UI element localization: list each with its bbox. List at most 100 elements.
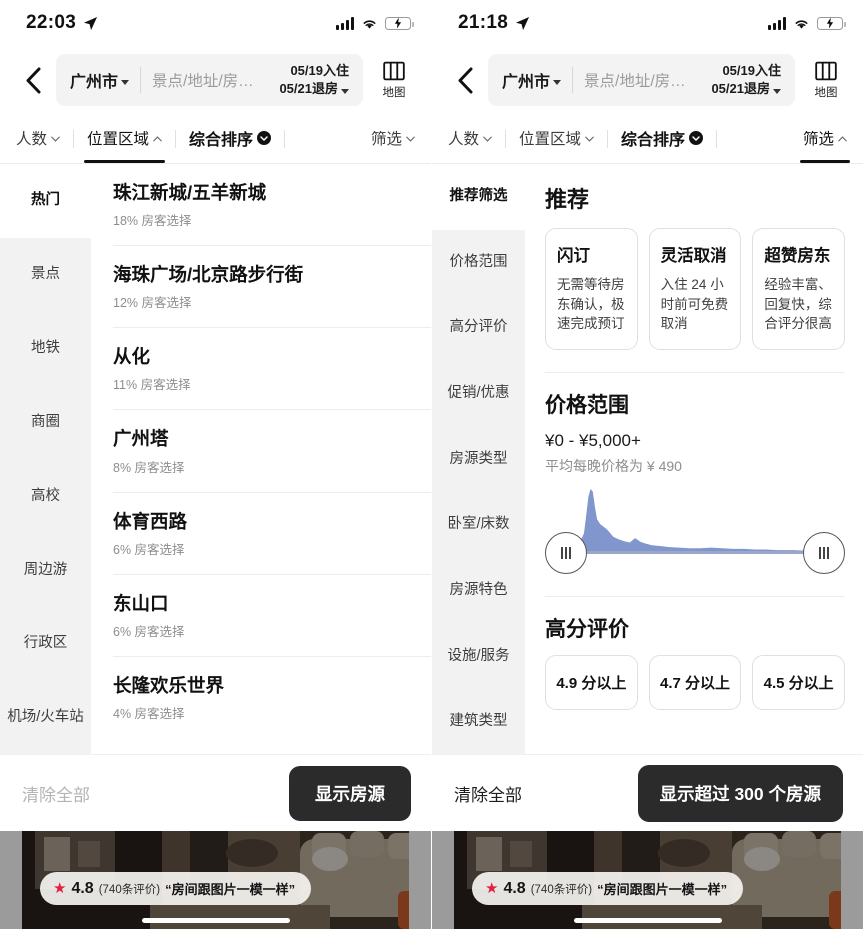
slider-min-handle[interactable] bbox=[545, 531, 587, 574]
slider-track[interactable] bbox=[567, 550, 823, 554]
filter-sidebar-item-7[interactable]: 设施/服务 bbox=[432, 624, 525, 690]
filter-sidebar-item-4[interactable]: 房源类型 bbox=[432, 427, 525, 493]
tab-location[interactable]: 位置区域 bbox=[84, 115, 166, 163]
location-row[interactable]: 广州塔 8% 房客选择 bbox=[113, 410, 431, 493]
sidebar-item-label: 高校 bbox=[31, 487, 60, 504]
filter-sidebar-item-0[interactable]: 推荐筛选 bbox=[432, 164, 525, 230]
dot-chevron-down-icon bbox=[257, 131, 272, 145]
background-listing-photo: ★ 4.8 (740条评价) “房间跟图片一模一样” bbox=[0, 831, 431, 929]
sidebar-item-label: 火车站 bbox=[40, 709, 84, 726]
sidebar-item-4[interactable]: 高校 bbox=[0, 460, 91, 534]
wifi-icon bbox=[795, 19, 808, 29]
tab-guests-label: 人数 bbox=[448, 131, 480, 148]
review-count: (740条评价) bbox=[530, 883, 593, 896]
location-row[interactable]: 珠江新城/五羊新城 18% 房客选择 bbox=[113, 164, 431, 247]
location-list: 珠江新城/五羊新城 18% 房客选择 海珠广场/北京路步行街 12% 房客选择 从化 11… bbox=[91, 164, 431, 738]
filter-sidebar-item-8[interactable]: 建筑类型 bbox=[432, 689, 525, 755]
map-icon bbox=[383, 61, 405, 80]
price-range-value: ¥0 - ¥5,000+ bbox=[545, 430, 641, 450]
sidebar-item-3[interactable]: 商圈 bbox=[0, 386, 91, 460]
back-button[interactable] bbox=[18, 67, 48, 94]
checkin-date: 05/19入住 bbox=[290, 62, 349, 78]
tab-sort-label: 综合排序 bbox=[189, 132, 254, 149]
map-button[interactable]: 地图 bbox=[803, 61, 849, 100]
rating-option-chip[interactable]: 4.7 分以上 bbox=[648, 654, 742, 710]
filter-sidebar-item-2[interactable]: 高分评价 bbox=[432, 295, 525, 361]
filter-panel-body: 推荐筛选 价格范围 高分评价 促销/优惠 房源类型 卧室/床数 房源特色 设施/服务 建筑类型 … bbox=[432, 164, 863, 755]
sidebar-item-2[interactable]: 地铁 bbox=[0, 312, 91, 386]
search-input[interactable]: 景点/地址/房… bbox=[584, 69, 703, 91]
tab-guests-label: 人数 bbox=[16, 131, 48, 148]
bottom-action-bar: 清除全部 显示房源 bbox=[0, 755, 431, 831]
tab-filters[interactable]: 筛选 bbox=[799, 115, 851, 163]
back-button[interactable] bbox=[450, 67, 480, 94]
location-share: 6% 房客选择 bbox=[113, 542, 185, 557]
clear-all-button[interactable]: 清除全部 bbox=[22, 781, 90, 806]
map-button[interactable]: 地图 bbox=[371, 61, 417, 100]
sidebar-item-label: 机场/ bbox=[7, 709, 41, 726]
chevron-down-icon bbox=[585, 136, 594, 142]
tab-guests[interactable]: 人数 bbox=[448, 115, 492, 162]
slider-max-handle[interactable] bbox=[803, 531, 845, 574]
city-label: 广州市 bbox=[70, 74, 119, 91]
status-time: 22:03 bbox=[26, 12, 77, 33]
recommend-heading: 推荐 bbox=[545, 187, 590, 212]
filter-sidebar-item-1[interactable]: 价格范围 bbox=[432, 230, 525, 296]
location-share: 11% 房客选择 bbox=[113, 378, 191, 393]
tab-filters[interactable]: 筛选 bbox=[371, 115, 415, 162]
city-selector[interactable]: 广州市 bbox=[502, 68, 562, 92]
sidebar-item-5[interactable]: 周边游 bbox=[0, 533, 91, 607]
show-listings-button[interactable]: 显示房源 bbox=[289, 765, 411, 821]
recommend-chip[interactable]: 闪订 无需等待房东确认，极速完成预订 bbox=[545, 228, 638, 350]
caret-down-icon bbox=[121, 79, 130, 85]
sidebar-item-1[interactable]: 景点 bbox=[0, 238, 91, 312]
filter-sidebar-item-label: 卧室/床数 bbox=[447, 516, 510, 533]
sidebar-item-0[interactable]: 热门 bbox=[0, 164, 91, 238]
location-row[interactable]: 海珠广场/北京路步行街 12% 房客选择 bbox=[113, 246, 431, 329]
sidebar-item-7[interactable]: 机场/火车站 bbox=[0, 681, 91, 755]
location-name: 广州塔 bbox=[113, 428, 169, 450]
search-pill[interactable]: 广州市 景点/地址/房… 05/19入住 05/21退房 bbox=[488, 54, 795, 106]
location-name: 海珠广场/北京路步行街 bbox=[113, 264, 304, 286]
search-input[interactable]: 景点/地址/房… bbox=[152, 69, 271, 91]
tab-divider bbox=[505, 129, 507, 148]
left-phone-screen: 22:03 广州市 景点/地址/房… 05/19入住 05/21退房 地图 人数… bbox=[0, 0, 432, 929]
filter-sidebar-item-6[interactable]: 房源特色 bbox=[432, 558, 525, 624]
location-arrow-icon bbox=[84, 16, 98, 30]
show-listings-button[interactable]: 显示超过 300 个房源 bbox=[637, 764, 843, 822]
recommend-chip[interactable]: 超赞房东 经验丰富、回复快，综合评分很高 bbox=[752, 228, 846, 350]
filter-tab-bar: 人数 位置区域 综合排序 筛选 bbox=[432, 114, 863, 164]
city-selector[interactable]: 广州市 bbox=[70, 68, 130, 92]
tab-location[interactable]: 位置区域 bbox=[519, 115, 594, 162]
location-row[interactable]: 长隆欢乐世界 4% 房客选择 bbox=[113, 657, 431, 738]
rating-chip-row: 4.9 分以上 4.7 分以上 4.5 分以上 bbox=[545, 654, 846, 710]
filter-sidebar-item-5[interactable]: 卧室/床数 bbox=[432, 492, 525, 558]
recommend-chip-title: 灵活取消 bbox=[660, 247, 727, 265]
map-icon bbox=[815, 61, 837, 80]
price-histogram-slider[interactable] bbox=[545, 486, 845, 574]
search-pill[interactable]: 广州市 景点/地址/房… 05/19入住 05/21退房 bbox=[56, 54, 363, 106]
rating-option-chip[interactable]: 4.9 分以上 bbox=[545, 654, 638, 710]
location-row[interactable]: 体育西路 6% 房客选择 bbox=[113, 493, 431, 575]
recommend-chip[interactable]: 灵活取消 入住 24 小时前可免费取消 bbox=[648, 228, 742, 350]
date-selector[interactable]: 05/19入住 05/21退房 bbox=[703, 62, 781, 99]
chevron-down-icon bbox=[51, 136, 60, 142]
checkout-date: 05/21退房 bbox=[711, 80, 781, 98]
filter-sidebar-item-3[interactable]: 促销/优惠 bbox=[432, 361, 525, 427]
location-row[interactable]: 东山口 6% 房客选择 bbox=[113, 575, 431, 657]
tab-sort[interactable]: 综合排序 bbox=[621, 114, 704, 163]
tab-sort[interactable]: 综合排序 bbox=[189, 114, 272, 163]
price-heading: 价格范围 bbox=[545, 393, 629, 417]
filter-sidebar-item-label: 价格范围 bbox=[449, 253, 508, 270]
clear-all-button[interactable]: 清除全部 bbox=[454, 781, 522, 806]
filter-sidebar-item-label: 推荐筛选 bbox=[449, 188, 508, 205]
location-row[interactable]: 从化 11% 房客选择 bbox=[113, 328, 431, 411]
sidebar-item-label: 周边游 bbox=[23, 561, 68, 578]
chevron-left-icon bbox=[458, 67, 472, 93]
caret-down-icon bbox=[553, 79, 562, 85]
date-selector[interactable]: 05/19入住 05/21退房 bbox=[271, 62, 349, 99]
sidebar-item-6[interactable]: 行政区 bbox=[0, 607, 91, 681]
filter-sidebar-item-label: 房源类型 bbox=[449, 450, 508, 467]
rating-option-chip[interactable]: 4.5 分以上 bbox=[752, 654, 846, 710]
tab-guests[interactable]: 人数 bbox=[16, 115, 60, 162]
